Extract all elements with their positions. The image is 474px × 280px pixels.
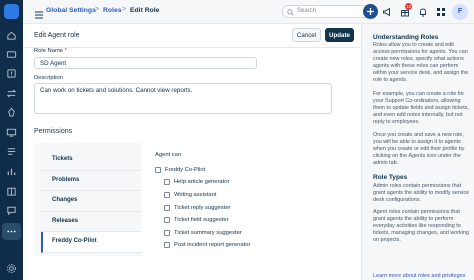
search-icon xyxy=(287,9,294,16)
role-name-label: Role Name * xyxy=(34,48,67,54)
page-title: Edit Agent role xyxy=(34,32,80,39)
ticket-reply-suggester-checkbox[interactable] xyxy=(164,205,170,211)
tab-releases[interactable]: Releases xyxy=(41,211,141,232)
help-paragraph: Admin roles contain permissions that gra… xyxy=(373,183,470,204)
permission-option-label: Ticket reply suggester xyxy=(174,204,231,211)
help-paragraph: For example, you can create a role for y… xyxy=(373,91,469,126)
permission-option-label: Ticket summary suggester xyxy=(174,229,242,236)
project-icon[interactable] xyxy=(6,146,17,157)
breadcrumb-global-settings[interactable]: Global Settings xyxy=(46,7,96,14)
bell-icon[interactable] xyxy=(418,7,428,17)
tab-tickets[interactable]: Tickets xyxy=(41,150,141,171)
report-icon[interactable] xyxy=(6,166,17,177)
home-icon[interactable] xyxy=(6,30,17,41)
help-panel: Understanding Roles Roles allow you to c… xyxy=(361,24,474,280)
ticket-icon[interactable] xyxy=(6,49,17,60)
notification-badge: 12 xyxy=(405,3,412,10)
help-paragraph: Roles allow you to create and edit acces… xyxy=(373,42,469,84)
permission-tabs: Tickets Problems Changes Releases Freddy… xyxy=(41,150,141,253)
apps-icon[interactable] xyxy=(436,7,446,17)
breadcrumb-separator: > xyxy=(122,6,127,13)
ticket-summary-suggester-checkbox[interactable] xyxy=(164,230,170,236)
chat-icon[interactable] xyxy=(6,205,17,216)
plus-icon xyxy=(367,8,374,15)
permission-options-panel: Agent can Freddy Co-Pilot Help article g… xyxy=(141,143,355,256)
hamburger-menu-icon[interactable] xyxy=(34,7,44,19)
solution-icon[interactable] xyxy=(6,186,17,197)
page-header: Edit Agent role Cancel Update xyxy=(23,24,361,48)
writing-assistant-checkbox[interactable] xyxy=(164,192,170,198)
ticket-field-suggester-checkbox[interactable] xyxy=(164,217,170,223)
permission-option-label: Writing assistant xyxy=(174,191,217,198)
problem-icon[interactable] xyxy=(6,68,17,79)
permissions-title: Permissions xyxy=(34,128,73,135)
help-heading-understanding-roles: Understanding Roles xyxy=(373,34,439,41)
left-sidebar xyxy=(0,0,23,280)
breadcrumb-separator: > xyxy=(95,6,100,13)
learn-more-link[interactable]: Learn more about roles and privileges xyxy=(373,273,465,279)
post-incident-report-generator-checkbox[interactable] xyxy=(164,242,170,248)
permission-option-label: Post incident report generator xyxy=(174,241,251,248)
agent-can-label: Agent can xyxy=(155,152,182,158)
asset-icon[interactable] xyxy=(6,127,17,138)
new-item-button[interactable] xyxy=(363,4,378,19)
search-placeholder: Search xyxy=(297,8,317,14)
tab-problems[interactable]: Problems xyxy=(41,170,141,191)
top-bar: Global Settings > Roles > Edit Role Sear… xyxy=(23,0,474,24)
freddy-co-pilot-option-label: Freddy Co-Pilot xyxy=(165,166,206,173)
role-name-input[interactable]: SD Agent xyxy=(34,57,257,69)
help-paragraph: Agent roles contain permissions that gra… xyxy=(373,209,469,244)
change-icon[interactable] xyxy=(6,88,17,99)
more-icon[interactable] xyxy=(6,226,17,237)
update-button[interactable]: Update xyxy=(325,28,354,42)
megaphone-icon[interactable] xyxy=(382,7,392,17)
tab-freddy-co-pilot[interactable]: Freddy Co-Pilot xyxy=(41,232,141,253)
breadcrumb-roles[interactable]: Roles xyxy=(103,7,122,14)
freddy-co-pilot-checkbox[interactable] xyxy=(155,167,161,173)
help-article-generator-checkbox[interactable] xyxy=(164,179,170,185)
release-icon[interactable] xyxy=(6,107,17,118)
breadcrumb-edit-role: Edit Role xyxy=(130,7,160,14)
help-heading-role-types: Role Types xyxy=(373,174,408,181)
help-paragraph: Once you create and save a new role, you… xyxy=(373,132,465,167)
freshservice-logo[interactable] xyxy=(4,4,19,19)
permission-option-label: Ticket field suggester xyxy=(174,216,229,223)
permission-option-label: Help article generator xyxy=(174,178,230,185)
admin-icon[interactable] xyxy=(6,263,17,274)
description-label: Description xyxy=(34,75,63,81)
description-textarea[interactable]: Can work on tickets and solutions. Canno… xyxy=(34,83,332,114)
cancel-button[interactable]: Cancel xyxy=(292,28,321,42)
tab-changes[interactable]: Changes xyxy=(41,191,141,212)
avatar[interactable]: F xyxy=(452,4,468,20)
